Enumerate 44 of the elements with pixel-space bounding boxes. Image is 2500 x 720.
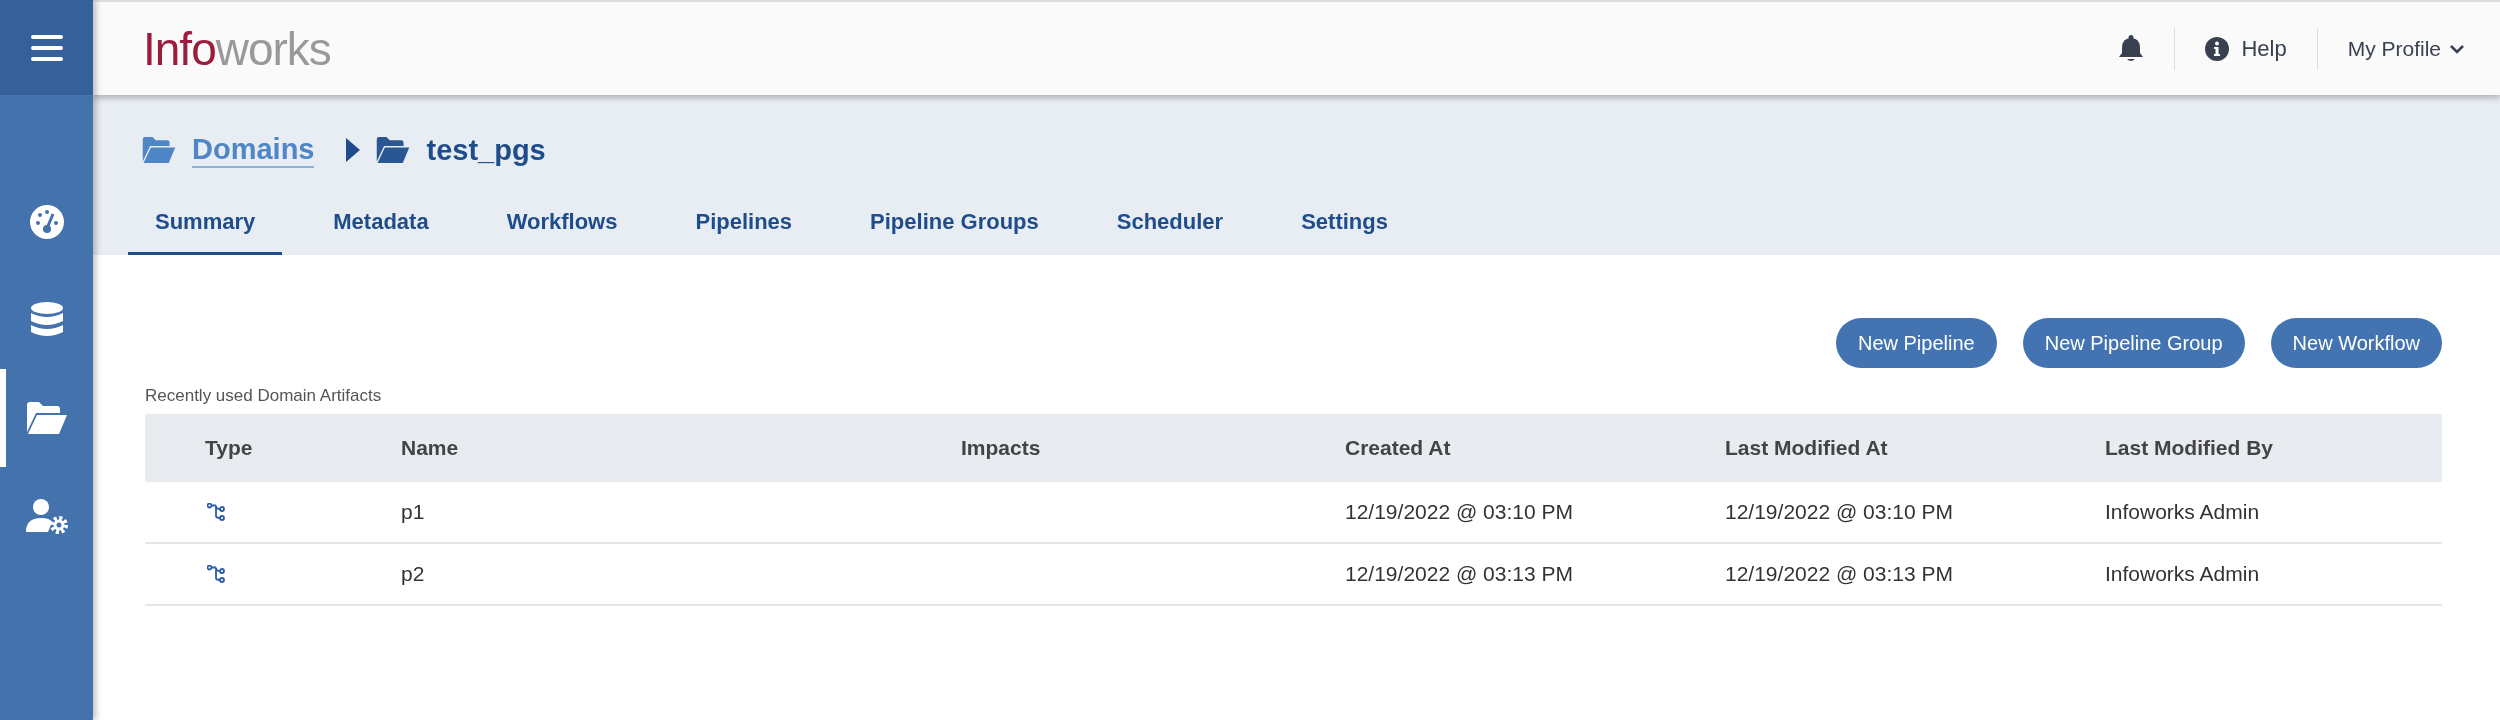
- user-settings-icon: [25, 498, 68, 534]
- column-header: Name: [400, 436, 460, 460]
- tab[interactable]: Metadata: [306, 209, 456, 255]
- tab[interactable]: Settings: [1274, 209, 1415, 255]
- tab[interactable]: Pipelines: [668, 209, 820, 255]
- tab[interactable]: Scheduler: [1089, 209, 1251, 255]
- menu-button[interactable]: [0, 0, 93, 95]
- table-cell-text: p2: [400, 562, 426, 586]
- column-header: Type: [204, 436, 254, 460]
- tab[interactable]: Summary: [128, 209, 283, 255]
- chevron-down-icon: [2449, 43, 2465, 54]
- column-header: Impacts: [960, 436, 1042, 460]
- column-header: Last Modified By: [2104, 436, 2274, 460]
- table-cell-text: Infoworks Admin: [2104, 500, 2261, 524]
- logo: Infoworks: [143, 21, 331, 76]
- pipeline-icon: [207, 503, 225, 521]
- menu-icon: [30, 34, 63, 61]
- folder-icon: [376, 137, 411, 163]
- table-cell-text: p1: [400, 500, 426, 524]
- profile-menu[interactable]: My Profile: [2347, 36, 2465, 61]
- column-header: Last Modified At: [1724, 436, 1889, 460]
- tab[interactable]: Workflows: [479, 209, 645, 255]
- column-header: Created At: [1344, 436, 1452, 460]
- gauge-icon: [28, 204, 65, 240]
- tab[interactable]: Pipeline Groups: [843, 209, 1066, 255]
- folder-icon: [142, 137, 176, 163]
- table-caption: Recently used Domain Artifacts: [145, 386, 383, 406]
- table-cell-text: 12/19/2022 @ 03:13 PM: [1724, 562, 1954, 586]
- table-cell-text: 12/19/2022 @ 03:13 PM: [1344, 562, 1574, 586]
- bell-icon: [2118, 34, 2145, 63]
- table-cell-text: 12/19/2022 @ 03:10 PM: [1724, 500, 1954, 524]
- table-cell-text: 12/19/2022 @ 03:10 PM: [1344, 500, 1574, 524]
- help-button[interactable]: Help: [2205, 35, 2287, 62]
- folder-icon: [26, 402, 67, 434]
- action-button[interactable]: New Workflow: [2270, 318, 2442, 368]
- pipeline-icon: [207, 565, 225, 583]
- database-icon: [30, 302, 63, 338]
- table-cell-text: Infoworks Admin: [2104, 562, 2261, 586]
- caret-right-icon: [346, 138, 361, 162]
- info-icon: [2205, 36, 2230, 61]
- action-button[interactable]: New Pipeline: [1835, 318, 1997, 368]
- breadcrumb-current: test_pgs: [426, 133, 546, 167]
- notifications-button[interactable]: [2118, 34, 2145, 63]
- action-button[interactable]: New Pipeline Group: [2022, 318, 2245, 368]
